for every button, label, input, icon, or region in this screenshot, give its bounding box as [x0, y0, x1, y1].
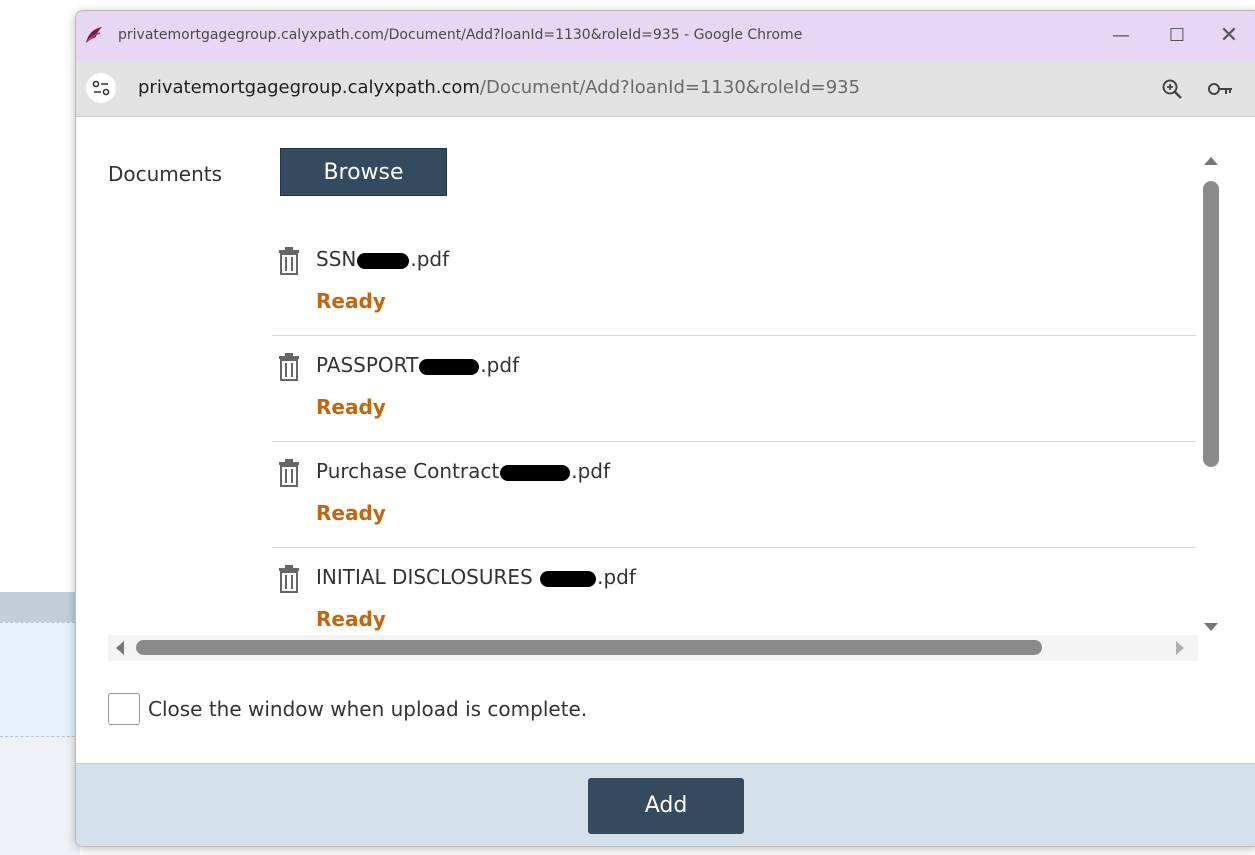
file-name-extension: .pdf	[410, 247, 450, 271]
horizontal-scrollbar[interactable]	[108, 635, 1198, 661]
scroll-up-arrow-icon[interactable]	[1204, 157, 1218, 165]
file-list-item: PASSPORT .pdf Ready	[272, 335, 1196, 442]
redaction-mark	[357, 252, 410, 269]
scroll-right-arrow-icon[interactable]	[1176, 641, 1184, 655]
popup-window: privatemortgagegroup.calyxpath.com/Docum…	[75, 10, 1255, 847]
add-button[interactable]: Add	[588, 778, 744, 834]
file-list[interactable]: SSN .pdf Ready PASSPORT .pdf Ready Purch…	[76, 215, 1196, 635]
close-when-complete-label[interactable]: Close the window when upload is complete…	[148, 697, 587, 721]
trash-icon[interactable]	[278, 459, 300, 487]
documents-label: Documents	[108, 162, 223, 186]
app-logo-icon	[86, 27, 102, 43]
close-window-button[interactable]: ✕	[1206, 20, 1252, 52]
zoom-icon[interactable]	[1160, 77, 1184, 101]
file-status: Ready	[316, 289, 386, 313]
redaction-mark	[540, 570, 597, 587]
url-host: privatemortgagegroup.calyxpath.com	[138, 77, 480, 98]
site-info-icon[interactable]	[86, 73, 116, 103]
file-name-prefix: INITIAL DISCLOSURES	[316, 565, 540, 589]
close-when-complete-checkbox[interactable]	[108, 693, 140, 725]
maximize-button[interactable]: ☐	[1154, 20, 1200, 52]
file-name-extension: .pdf	[571, 459, 611, 483]
minimize-button[interactable]: —	[1098, 20, 1144, 52]
redaction-mark	[500, 464, 571, 481]
upload-form: Documents Browse SSN .pdf Ready PASSPORT.…	[76, 117, 1255, 765]
file-status: Ready	[316, 501, 386, 525]
file-name: Purchase Contract .pdf	[316, 459, 610, 483]
background-page-band	[0, 592, 80, 622]
background-page-panel	[0, 622, 80, 737]
scroll-left-arrow-icon[interactable]	[116, 641, 124, 655]
trash-icon[interactable]	[278, 565, 300, 593]
background-page-lower	[0, 737, 80, 855]
file-name-extension: .pdf	[480, 353, 520, 377]
window-titlebar[interactable]: privatemortgagegroup.calyxpath.com/Docum…	[76, 11, 1255, 61]
horizontal-scroll-thumb[interactable]	[136, 640, 1042, 655]
address-bar: privatemortgagegroup.calyxpath.com/Docum…	[76, 61, 1255, 117]
redaction-mark	[419, 358, 480, 375]
file-name-extension: .pdf	[597, 565, 636, 589]
dialog-footer: Add	[76, 763, 1255, 846]
file-list-item: SSN .pdf Ready	[272, 229, 1196, 336]
file-name: SSN .pdf	[316, 247, 449, 271]
vertical-scrollbar[interactable]	[1198, 151, 1224, 637]
file-name-prefix: Purchase Contract	[316, 459, 500, 483]
password-key-icon[interactable]	[1206, 79, 1234, 99]
file-status: Ready	[316, 395, 386, 419]
file-list-item: Purchase Contract .pdf Ready	[272, 441, 1196, 548]
scroll-down-arrow-icon[interactable]	[1204, 623, 1218, 631]
file-name-prefix: SSN	[316, 247, 357, 271]
file-status: Ready	[316, 607, 386, 631]
trash-icon[interactable]	[278, 353, 300, 381]
file-name: INITIAL DISCLOSURES .pdf	[316, 565, 636, 589]
browse-button[interactable]: Browse	[280, 148, 447, 196]
url-text[interactable]: privatemortgagegroup.calyxpath.com/Docum…	[138, 77, 860, 98]
url-path: /Document/Add?loanId=1130&roleId=935	[479, 77, 861, 98]
trash-icon[interactable]	[278, 247, 300, 275]
window-title: privatemortgagegroup.calyxpath.com/Docum…	[118, 27, 803, 43]
file-name-prefix: PASSPORT	[316, 353, 419, 377]
file-list-item: INITIAL DISCLOSURES .pdf Ready	[272, 547, 1196, 635]
file-name: PASSPORT .pdf	[316, 353, 519, 377]
vertical-scroll-thumb[interactable]	[1203, 181, 1219, 467]
